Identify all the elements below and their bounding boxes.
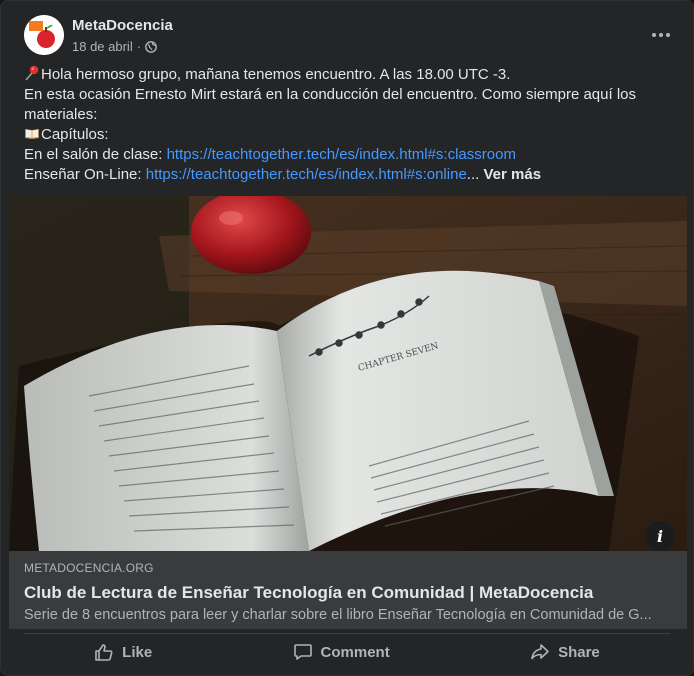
preview-title: Club de Lectura de Enseñar Tecnología en… [24,583,594,602]
classroom-link[interactable]: https://teachtogether.tech/es/index.html… [167,146,516,163]
more-options-button[interactable] [645,19,677,51]
text-line-3-content: Capítulos: [41,126,109,143]
text-line-1-content: Hola hermoso grupo, mañana tenemos encue… [41,66,511,83]
avatar[interactable] [24,15,64,55]
open-book-with-apple-photo: CHAPTER SEVEN [9,196,687,551]
post-header: MetaDocencia 18 de abril · [24,15,677,59]
post-text: Hola hermoso grupo, mañana tenemos encue… [24,65,664,185]
like-label: Like [122,643,153,661]
post-image[interactable]: CHAPTER SEVEN i [9,196,687,551]
comment-button[interactable]: Comment [273,636,410,668]
link-preview[interactable]: METADOCENCIA.ORG Club de Lectura de Ense… [9,551,687,629]
thumbs-up-icon [95,644,113,661]
open-book-emoji [25,129,39,139]
ellipsis: ... [466,166,480,183]
see-more-link[interactable]: Ver más [483,166,541,183]
page-name[interactable]: MetaDocencia [72,17,173,34]
action-bar: Like Comment Share [24,633,670,670]
text-line-3: Capítulos: [24,125,664,145]
meta-separator: · [136,39,142,54]
info-icon[interactable]: i [645,521,675,551]
metadocencia-logo-icon [24,15,64,55]
post-card: MetaDocencia 18 de abril · Hola hermoso [0,0,694,676]
round-pushpin-emoji [25,65,39,81]
text-line-2: En esta ocasión Ernesto Mirt estará en l… [24,86,636,123]
globe-icon[interactable] [145,40,157,53]
post-meta: 18 de abril · [72,39,157,54]
online-label: Enseñar On-Line: [24,166,146,183]
post-date[interactable]: 18 de abril [72,39,133,54]
preview-domain: METADOCENCIA.ORG [24,561,154,575]
comment-icon [293,644,312,660]
more-horizontal-icon [652,33,670,37]
classroom-label: En el salón de clase: [24,146,167,163]
share-label: Share [558,643,600,661]
comment-label: Comment [320,643,390,661]
text-line-4: En el salón de clase: https://teachtoget… [24,145,664,165]
text-line-1: Hola hermoso grupo, mañana tenemos encue… [24,65,664,85]
text-line-5: Enseñar On-Line: https://teachtogether.t… [24,165,664,185]
share-button[interactable]: Share [510,636,620,668]
like-button[interactable]: Like [74,636,172,668]
share-icon [531,644,549,660]
preview-description: Serie de 8 encuentros para leer y charla… [24,607,652,623]
online-link[interactable]: https://teachtogether.tech/es/index.html… [146,166,467,183]
